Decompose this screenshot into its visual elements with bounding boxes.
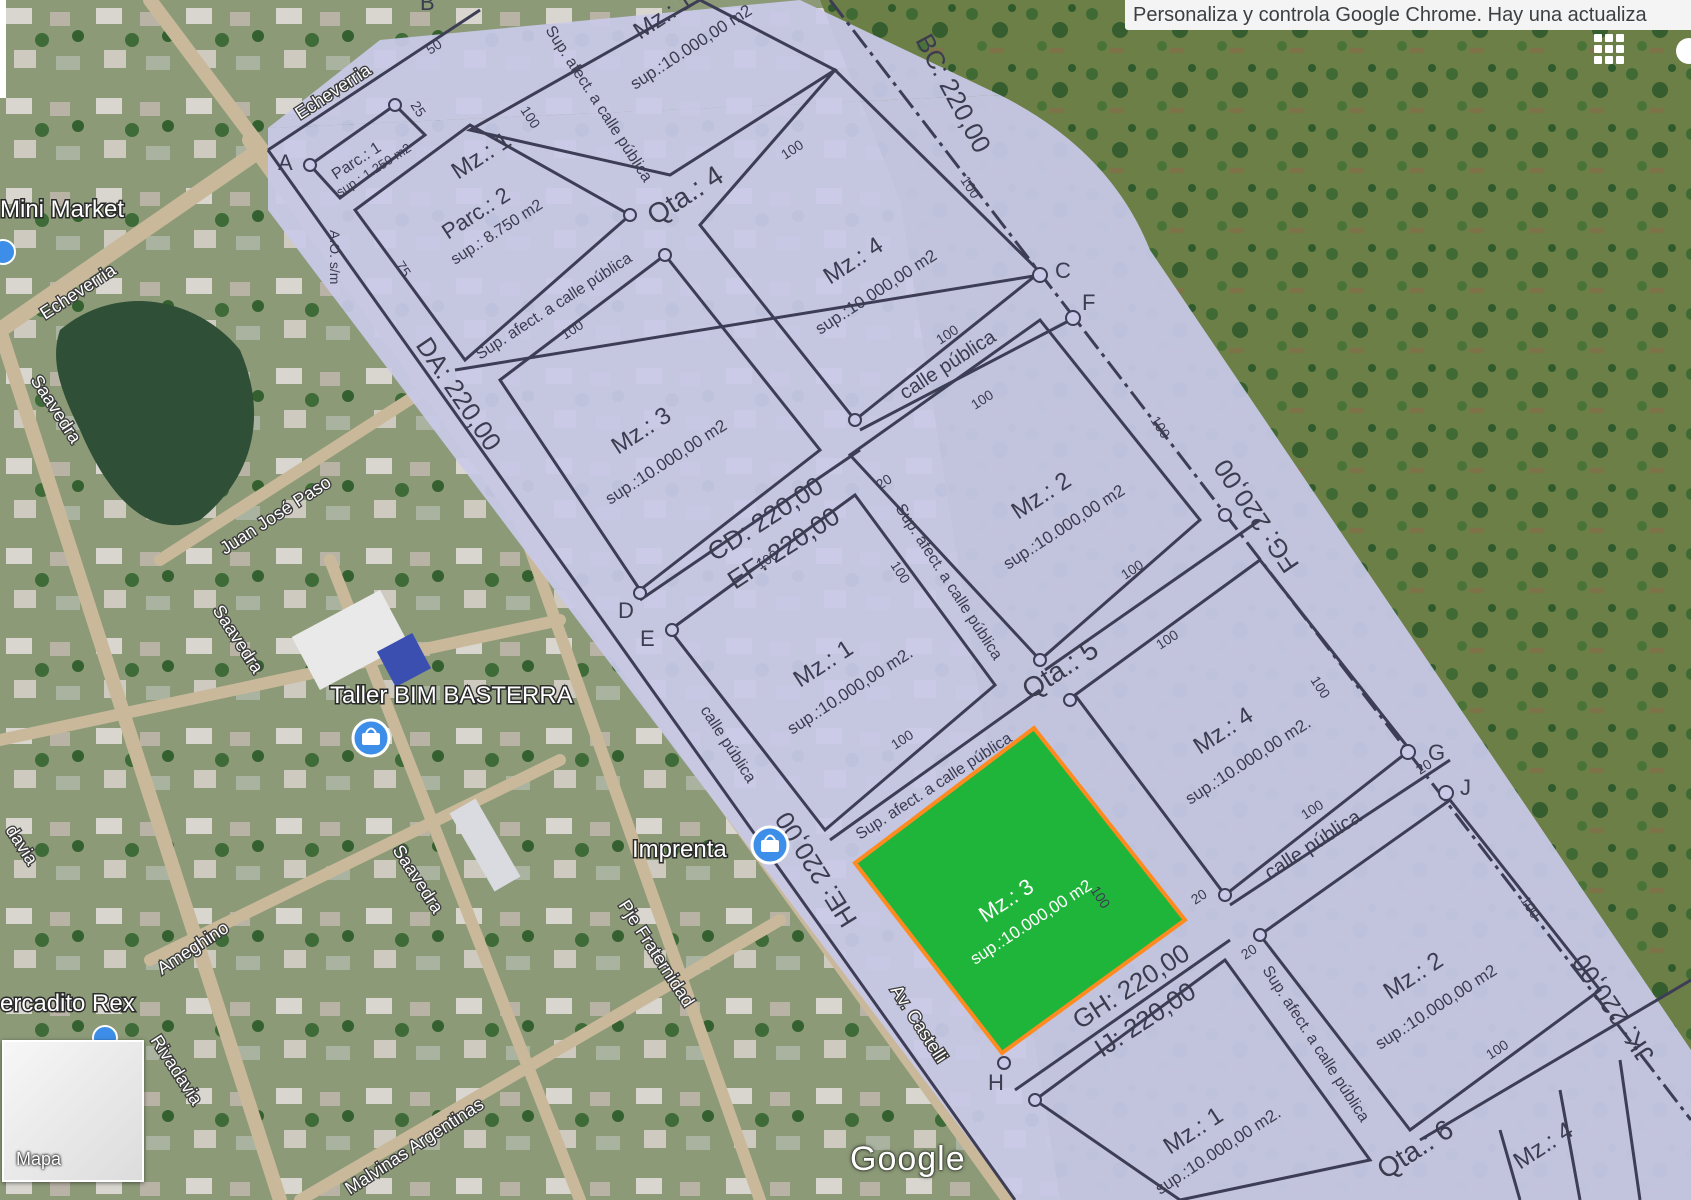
corner-c: C (1055, 258, 1071, 283)
map-pin-icon (0, 239, 16, 265)
corner-h: H (988, 1070, 1004, 1095)
corner-a: A (278, 150, 293, 175)
left-edge-panel (0, 0, 6, 98)
corner-f: F (1082, 290, 1095, 315)
place-label-imprenta: Imprenta (632, 836, 727, 863)
ao-label: A.O. s/m (327, 230, 343, 284)
apps-grid-icon[interactable] (1594, 34, 1624, 64)
place-label-taller: Taller BIM BASTERRA (330, 682, 573, 709)
layer-switcher-label: Mapa (16, 1149, 62, 1169)
place-label-mini-market: Mini Market (0, 196, 124, 223)
map-layer-switcher[interactable]: Mapa (2, 1040, 144, 1182)
google-logo: Google (850, 1140, 966, 1178)
place-label-mercadito: ercadito Rex (0, 990, 135, 1017)
corner-b: B (420, 0, 435, 15)
shopping-bag-icon (750, 825, 790, 865)
corner-d: D (618, 598, 634, 623)
shopping-bag-icon (351, 718, 391, 758)
corner-j: J (1460, 775, 1471, 800)
satellite-map[interactable]: Qta.: 4 Qta.: 5 Qta.: 6 Mz.: 1 sup.:10.0… (0, 0, 1691, 1200)
corner-e: E (640, 626, 655, 651)
corner-g: G (1428, 740, 1445, 765)
browser-update-notice[interactable]: Personaliza y controla Google Chrome. Ha… (1125, 0, 1691, 30)
